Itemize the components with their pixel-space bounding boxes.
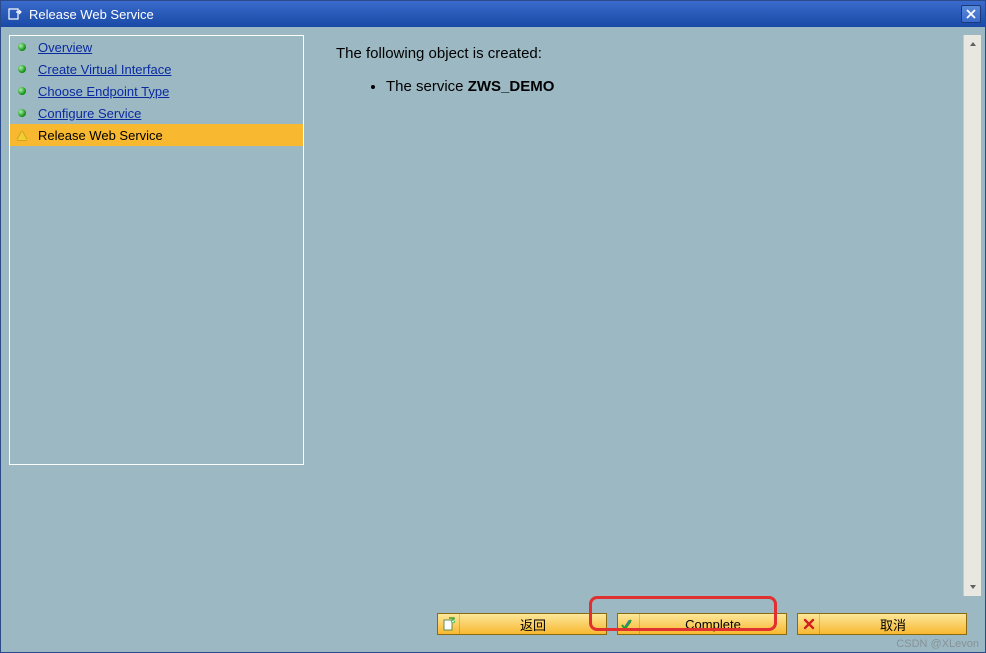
window-icon xyxy=(7,6,23,22)
button-label: 返回 xyxy=(460,615,606,634)
content-heading: The following object is created: xyxy=(336,45,957,62)
scroll-track[interactable] xyxy=(964,53,981,578)
content-panel: The following object is created: The ser… xyxy=(316,35,977,596)
service-name: ZWS_DEMO xyxy=(468,78,555,95)
step-label: Release Web Service xyxy=(38,128,163,143)
cancel-button[interactable]: 取消 xyxy=(797,613,967,635)
step-choose-endpoint-type[interactable]: Choose Endpoint Type xyxy=(10,80,303,102)
close-icon xyxy=(966,9,976,19)
list-item: The service ZWS_DEMO xyxy=(386,76,957,97)
scroll-up-button[interactable] xyxy=(964,35,981,53)
wizard-steps: Overview Create Virtual Interface Choose… xyxy=(10,36,303,146)
step-label: Choose Endpoint Type xyxy=(38,84,169,99)
complete-icon xyxy=(618,614,640,634)
window-title: Release Web Service xyxy=(29,7,961,22)
step-create-virtual-interface[interactable]: Create Virtual Interface xyxy=(10,58,303,80)
step-label: Create Virtual Interface xyxy=(38,62,171,77)
step-configure-service[interactable]: Configure Service xyxy=(10,102,303,124)
cancel-icon xyxy=(798,614,820,634)
status-current-icon xyxy=(16,129,28,141)
button-label: 取消 xyxy=(820,615,966,634)
titlebar: Release Web Service xyxy=(1,1,985,27)
content-area: Overview Create Virtual Interface Choose… xyxy=(1,27,985,652)
button-label: Complete xyxy=(640,617,786,632)
status-done-icon xyxy=(16,41,28,53)
step-label: Overview xyxy=(38,40,92,55)
complete-button[interactable]: Complete xyxy=(617,613,787,635)
main-row: Overview Create Virtual Interface Choose… xyxy=(9,35,977,596)
status-done-icon xyxy=(16,63,28,75)
status-done-icon xyxy=(16,85,28,97)
step-release-web-service[interactable]: Release Web Service xyxy=(10,124,303,146)
vertical-scrollbar[interactable] xyxy=(963,35,981,596)
step-overview[interactable]: Overview xyxy=(10,36,303,58)
chevron-up-icon xyxy=(969,41,977,47)
object-list: The service ZWS_DEMO xyxy=(336,76,957,97)
back-button[interactable]: 返回 xyxy=(437,613,607,635)
back-icon xyxy=(438,614,460,634)
wizard-sidebar: Overview Create Virtual Interface Choose… xyxy=(9,35,304,465)
scroll-down-button[interactable] xyxy=(964,578,981,596)
button-bar: 返回 Complete 取消 xyxy=(9,604,977,644)
status-done-icon xyxy=(16,107,28,119)
item-prefix: The service xyxy=(386,78,468,95)
chevron-down-icon xyxy=(969,584,977,590)
close-button[interactable] xyxy=(961,5,981,23)
step-label: Configure Service xyxy=(38,106,141,121)
dialog-window: Release Web Service Overview Create Virt… xyxy=(0,0,986,653)
